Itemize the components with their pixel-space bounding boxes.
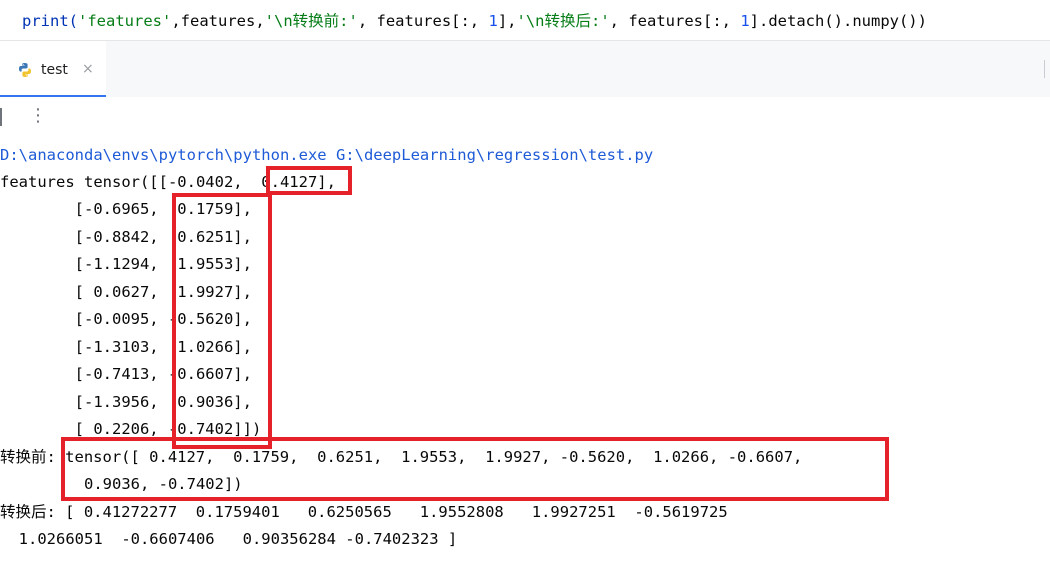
more-options-icon[interactable]: ⋮: [29, 105, 47, 126]
annotation-box-first-value: [266, 166, 352, 195]
close-icon[interactable]: ×: [82, 61, 94, 77]
code-fn: print(: [22, 12, 78, 30]
code-plain: ,features,: [171, 12, 265, 30]
code-number: 1: [488, 12, 498, 30]
console-line: 1.0266051 -0.6607406 0.90356284 -0.74023…: [0, 530, 458, 548]
editor-code-line[interactable]: print('features',features,'\n转换前:', feat…: [0, 0, 1050, 40]
code-string: '\n转换前:': [264, 12, 358, 30]
code-string: '\n转换后:': [516, 12, 610, 30]
tab-overflow-marker: [1044, 60, 1050, 78]
console-toolbar: ⋮: [0, 97, 1050, 141]
console-line: 转换后: [ 0.41272277 0.1759401 0.6250565 1.…: [0, 503, 728, 521]
python-icon: [19, 63, 31, 77]
code-string: 'features': [78, 12, 172, 30]
annotation-box-before: [61, 437, 889, 501]
toolbar-edge: [0, 108, 2, 126]
annotation-box-column: [172, 193, 272, 449]
run-toolwindow-header: test ×: [0, 41, 1050, 98]
console-line[interactable]: D:\anaconda\envs\pytorch\python.exe G:\d…: [0, 142, 653, 169]
code-plain: ],: [497, 12, 517, 30]
code-number: 1: [740, 12, 750, 30]
tab-test[interactable]: test ×: [0, 41, 106, 97]
code-plain: , features[:,: [609, 12, 741, 30]
console-output[interactable]: D:\anaconda\envs\pytorch\python.exe G:\d…: [0, 141, 1050, 579]
tab-label: test: [41, 62, 68, 78]
code-plain: ].detach().numpy()): [749, 12, 927, 30]
code-text[interactable]: print('features',features,'\n转换前:', feat…: [22, 9, 927, 31]
code-plain: , features[:,: [357, 12, 489, 30]
